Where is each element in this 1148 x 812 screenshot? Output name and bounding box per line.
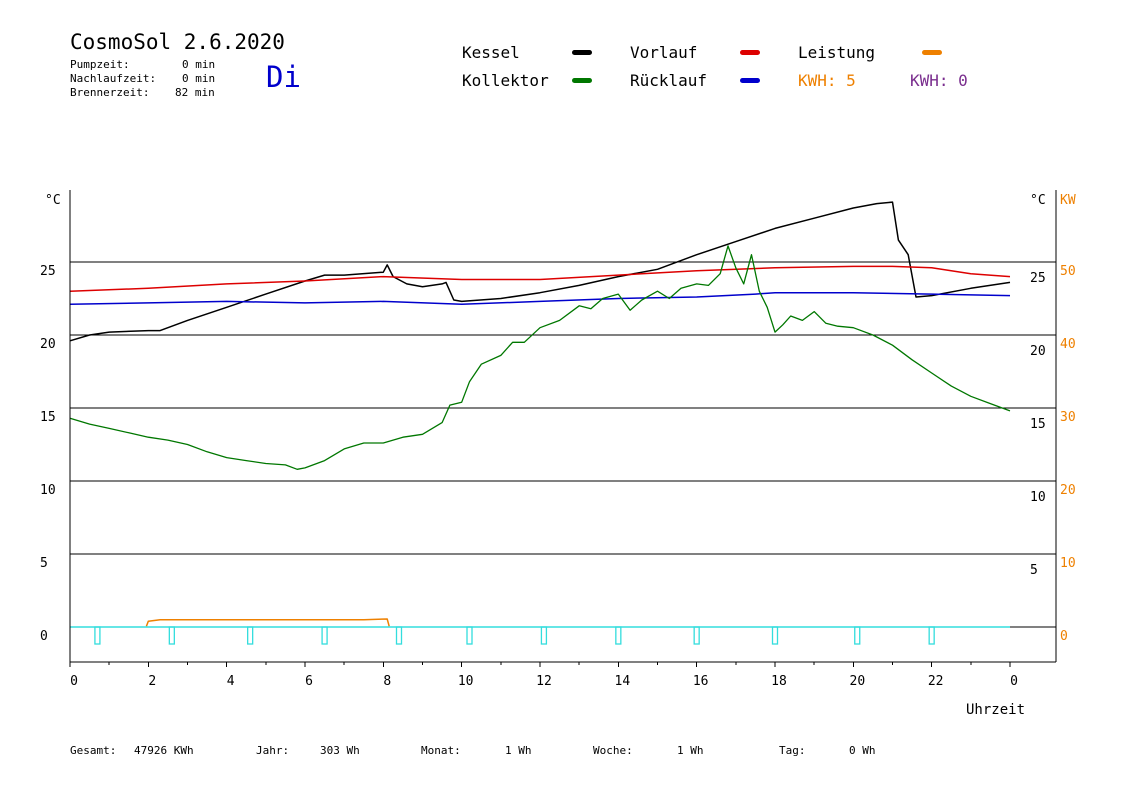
pump-marker-10	[854, 626, 861, 645]
pump-marker-4	[395, 626, 403, 645]
y-left-tick-label-1: 5	[40, 556, 48, 571]
series-line-rcklauf	[69, 291, 1011, 306]
kw-unit-label: KW	[1060, 193, 1076, 208]
pump-marker-3	[321, 626, 328, 645]
chart-series	[69, 201, 1011, 627]
series-line-kessel	[69, 201, 1011, 342]
y-right-tick-label-2: 10	[1030, 490, 1046, 505]
footer-jahr-label: Jahr:	[256, 744, 290, 757]
y-right-tick-label-1: 5	[1030, 563, 1038, 578]
footer-gesamt-label: Gesamt:	[70, 744, 117, 757]
kw-tick-label-1: 10	[1060, 556, 1076, 571]
y-left-tick-label-4: 20	[40, 337, 56, 352]
pump-marker-8	[693, 626, 700, 645]
kw-tick-label-4: 40	[1060, 337, 1076, 352]
pump-marker-11	[928, 626, 935, 645]
y-left-tick-label-0: 0	[40, 629, 48, 644]
x-tick-label-0: 0	[70, 674, 78, 689]
y-left-tick-label-2: 10	[40, 483, 56, 498]
x-tick-label-7: 14	[615, 674, 631, 689]
x-axis-title: Uhrzeit	[966, 702, 1025, 718]
footer-tag-label: Tag:	[779, 744, 806, 757]
x-tick-label-8: 16	[693, 674, 709, 689]
x-tick-label-9: 18	[771, 674, 787, 689]
pump-marker-1	[168, 626, 175, 645]
pump-marker-0	[94, 626, 101, 645]
footer-monat-value: 1 Wh	[505, 744, 532, 757]
x-tick-label-10: 20	[850, 674, 866, 689]
y-left-tick-label-5: 25	[40, 264, 56, 279]
temperature-chart: 0 2 4 6 8 10 12 14 16 18 20 22 0 0 5 10 15 20 25 5 10 15 20 25 0…	[40, 190, 1076, 718]
y-right-tick-label-4: 20	[1030, 344, 1046, 359]
footer-jahr-value: 303 Wh	[320, 744, 360, 757]
y-right-unit-label: °C	[1030, 193, 1046, 208]
y-left-tick-label-3: 15	[40, 410, 56, 425]
pump-marker-6	[540, 626, 548, 645]
x-tick-label-12: 0	[1010, 674, 1018, 689]
y-left-unit-label: °C	[45, 193, 61, 208]
x-tick-label-5: 10	[458, 674, 474, 689]
pump-marker-7	[615, 626, 622, 645]
y-right-tick-label-3: 15	[1030, 417, 1046, 432]
kw-tick-label-5: 50	[1060, 264, 1076, 279]
x-tick-label-4: 8	[383, 674, 391, 689]
x-tick-label-6: 12	[536, 674, 552, 689]
chart-grid	[70, 261, 1056, 628]
pump-marker-5	[466, 626, 473, 645]
footer-woche-label: Woche:	[593, 744, 633, 757]
footer-monat-label: Monat:	[421, 744, 461, 757]
kw-tick-label-2: 20	[1060, 483, 1076, 498]
kw-tick-label-3: 30	[1060, 410, 1076, 425]
x-tick-label-11: 22	[928, 674, 944, 689]
x-tick-label-2: 4	[227, 674, 235, 689]
footer-gesamt-value: 47926 KWh	[134, 744, 194, 757]
pump-markers	[70, 626, 1010, 645]
pump-marker-9	[771, 626, 779, 645]
series-line-vorlauf	[69, 265, 1011, 292]
footer-tag-value: 0 Wh	[849, 744, 876, 757]
pump-marker-2	[247, 626, 254, 645]
y-right-tick-label-5: 25	[1030, 271, 1046, 286]
x-tick-label-3: 6	[305, 674, 313, 689]
x-tick-label-1: 2	[148, 674, 156, 689]
series-line-leistung	[145, 618, 390, 627]
kw-tick-label-0: 0	[1060, 629, 1068, 644]
footer-woche-value: 1 Wh	[677, 744, 704, 757]
chart-labels: 0 2 4 6 8 10 12 14 16 18 20 22 0 0 5 10 15 20 25 5 10 15 20 25 0…	[40, 193, 1076, 718]
